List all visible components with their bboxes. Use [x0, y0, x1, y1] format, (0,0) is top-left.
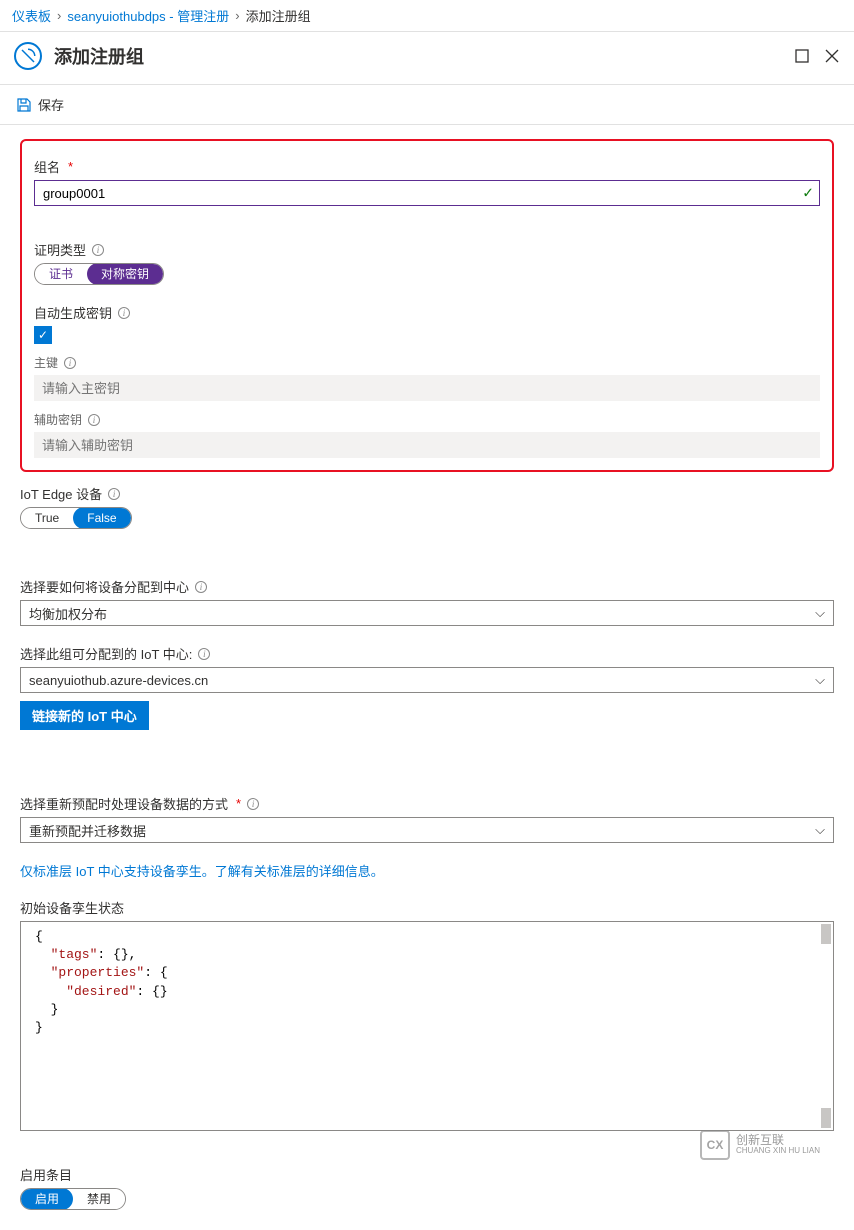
group-name-input[interactable] — [34, 180, 820, 206]
valid-check-icon: ✓ — [802, 185, 814, 202]
breadcrumb: 仪表板 › seanyuiothubdps - 管理注册 › 添加注册组 — [0, 0, 854, 32]
required-asterisk: * — [68, 159, 73, 174]
info-icon[interactable]: i — [88, 414, 100, 426]
info-icon[interactable]: i — [198, 648, 210, 660]
attestation-type-label: 证明类型 i — [34, 240, 820, 259]
enrollment-group-icon — [14, 42, 42, 70]
info-icon[interactable]: i — [92, 244, 104, 256]
scrollbar-thumb-bottom[interactable] — [821, 1108, 831, 1128]
allocation-select[interactable]: 均衡加权分布 ⌵ — [20, 600, 834, 626]
disable-option[interactable]: 禁用 — [73, 1188, 125, 1210]
assignable-hub-select[interactable]: seanyuiothub.azure-devices.cn ⌵ — [20, 667, 834, 693]
link-new-hub-button[interactable]: 链接新的 IoT 中心 — [20, 701, 149, 730]
info-icon[interactable]: i — [118, 307, 130, 319]
primary-key-input — [34, 375, 820, 401]
attestation-symkey-option[interactable]: 对称密钥 — [87, 263, 163, 285]
reprovision-select[interactable]: 重新预配并迁移数据 ⌵ — [20, 817, 834, 843]
chevron-down-icon: ⌵ — [815, 672, 825, 688]
info-icon[interactable]: i — [108, 488, 120, 500]
auto-generate-label: 自动生成密钥 i — [34, 303, 820, 322]
chevron-down-icon: ⌵ — [815, 605, 825, 621]
breadcrumb-current: 添加注册组 — [246, 6, 311, 25]
enable-option[interactable]: 启用 — [21, 1188, 73, 1210]
iot-edge-toggle: True False — [20, 507, 132, 529]
info-icon[interactable]: i — [195, 581, 207, 593]
required-asterisk: * — [236, 796, 241, 811]
allocation-value: 均衡加权分布 — [29, 604, 107, 623]
reprovision-label: 选择重新预配时处理设备数据的方式* i — [20, 794, 834, 813]
secondary-key-label: 辅助密钥 i — [34, 411, 820, 428]
form-content: 组名* ✓ 证明类型 i 证书 对称密钥 自动生成密钥 i ✓ 主键 i — [0, 125, 854, 1230]
page-title: 添加注册组 — [54, 43, 144, 69]
initial-twin-label: 初始设备孪生状态 — [20, 898, 834, 917]
iot-edge-true-option[interactable]: True — [21, 507, 73, 529]
highlighted-section: 组名* ✓ 证明类型 i 证书 对称密钥 自动生成密钥 i ✓ 主键 i — [20, 139, 834, 472]
info-icon[interactable]: i — [247, 798, 259, 810]
chevron-down-icon: ⌵ — [815, 822, 825, 838]
reprovision-value: 重新预配并迁移数据 — [29, 821, 146, 840]
enable-entry-label: 启用条目 — [20, 1165, 834, 1184]
save-button[interactable]: 保存 — [16, 95, 64, 114]
primary-key-label: 主键 i — [34, 354, 820, 371]
attestation-cert-option[interactable]: 证书 — [35, 263, 87, 285]
group-name-label: 组名* — [34, 157, 820, 176]
pane-header: 添加注册组 — [0, 32, 854, 85]
restore-window-icon[interactable] — [794, 48, 810, 64]
iot-edge-label: IoT Edge 设备 i — [20, 484, 834, 503]
initial-twin-editor[interactable]: { "tags": {}, "properties": { "desired":… — [20, 921, 834, 1131]
breadcrumb-dashboard[interactable]: 仪表板 — [12, 6, 51, 25]
secondary-key-input — [34, 432, 820, 458]
chevron-right-icon: › — [57, 8, 61, 23]
save-icon — [16, 97, 32, 113]
breadcrumb-service[interactable]: seanyuiothubdps - 管理注册 — [67, 6, 229, 25]
scrollbar-thumb-top[interactable] — [821, 924, 831, 944]
assignable-hub-value: seanyuiothub.azure-devices.cn — [29, 673, 208, 688]
info-icon[interactable]: i — [64, 357, 76, 369]
close-icon[interactable] — [824, 48, 840, 64]
chevron-right-icon: › — [235, 8, 239, 23]
save-label: 保存 — [38, 95, 64, 114]
iot-edge-false-option[interactable]: False — [73, 507, 130, 529]
enable-entry-toggle: 启用 禁用 — [20, 1188, 126, 1210]
auto-generate-checkbox[interactable]: ✓ — [34, 326, 52, 344]
command-bar: 保存 — [0, 85, 854, 125]
twin-info-text[interactable]: 仅标准层 IoT 中心支持设备孪生。了解有关标准层的详细信息。 — [20, 861, 834, 880]
attestation-type-toggle: 证书 对称密钥 — [34, 263, 164, 285]
assignable-hub-label: 选择此组可分配到的 IoT 中心: i — [20, 644, 834, 663]
allocation-label: 选择要如何将设备分配到中心 i — [20, 577, 834, 596]
